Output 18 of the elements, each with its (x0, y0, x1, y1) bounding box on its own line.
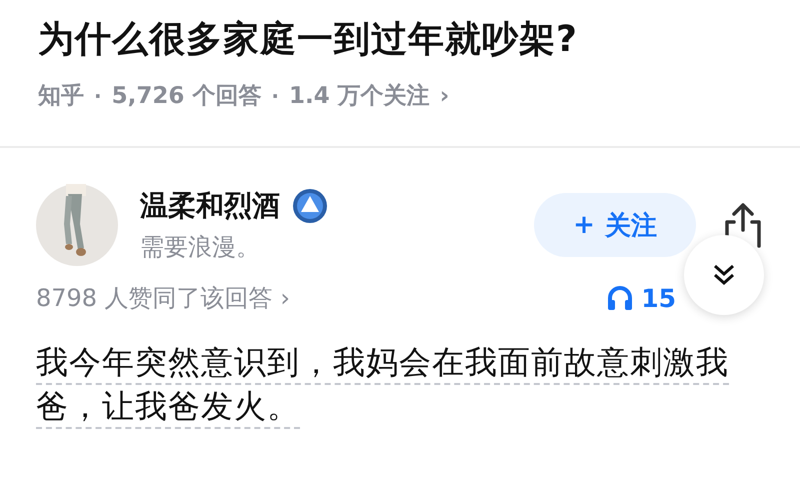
answer-text[interactable]: 我今年突然意识到，我妈会在我面前故意刺激我爸，让我爸发火。 (36, 340, 756, 428)
question-title: 为什么很多家庭一到过年就吵架? (38, 18, 579, 62)
upvote-count[interactable]: 8798 人赞同了该回答 › (36, 282, 290, 314)
separator-dot: · (271, 84, 279, 108)
listeners-count: 15 (641, 284, 676, 312)
separator-dot: · (94, 84, 102, 108)
badge-icon (292, 188, 328, 224)
author-bio: 需要浪漫。 (140, 232, 261, 263)
question-meta: 知乎 (38, 82, 84, 111)
double-chevron-icon (711, 262, 737, 288)
question-meta: 5,726 个回答 (112, 82, 262, 111)
avatar[interactable] (36, 184, 118, 266)
follow-button[interactable]: + 关注 (534, 193, 696, 257)
chevron-icon[interactable]: › (440, 82, 450, 108)
author-name[interactable]: 温柔和烈酒 (140, 187, 280, 225)
question-meta: 1.4 万个关注 (288, 82, 430, 111)
listeners-link[interactable]: 15 (607, 284, 676, 312)
headphones-icon (607, 285, 634, 311)
